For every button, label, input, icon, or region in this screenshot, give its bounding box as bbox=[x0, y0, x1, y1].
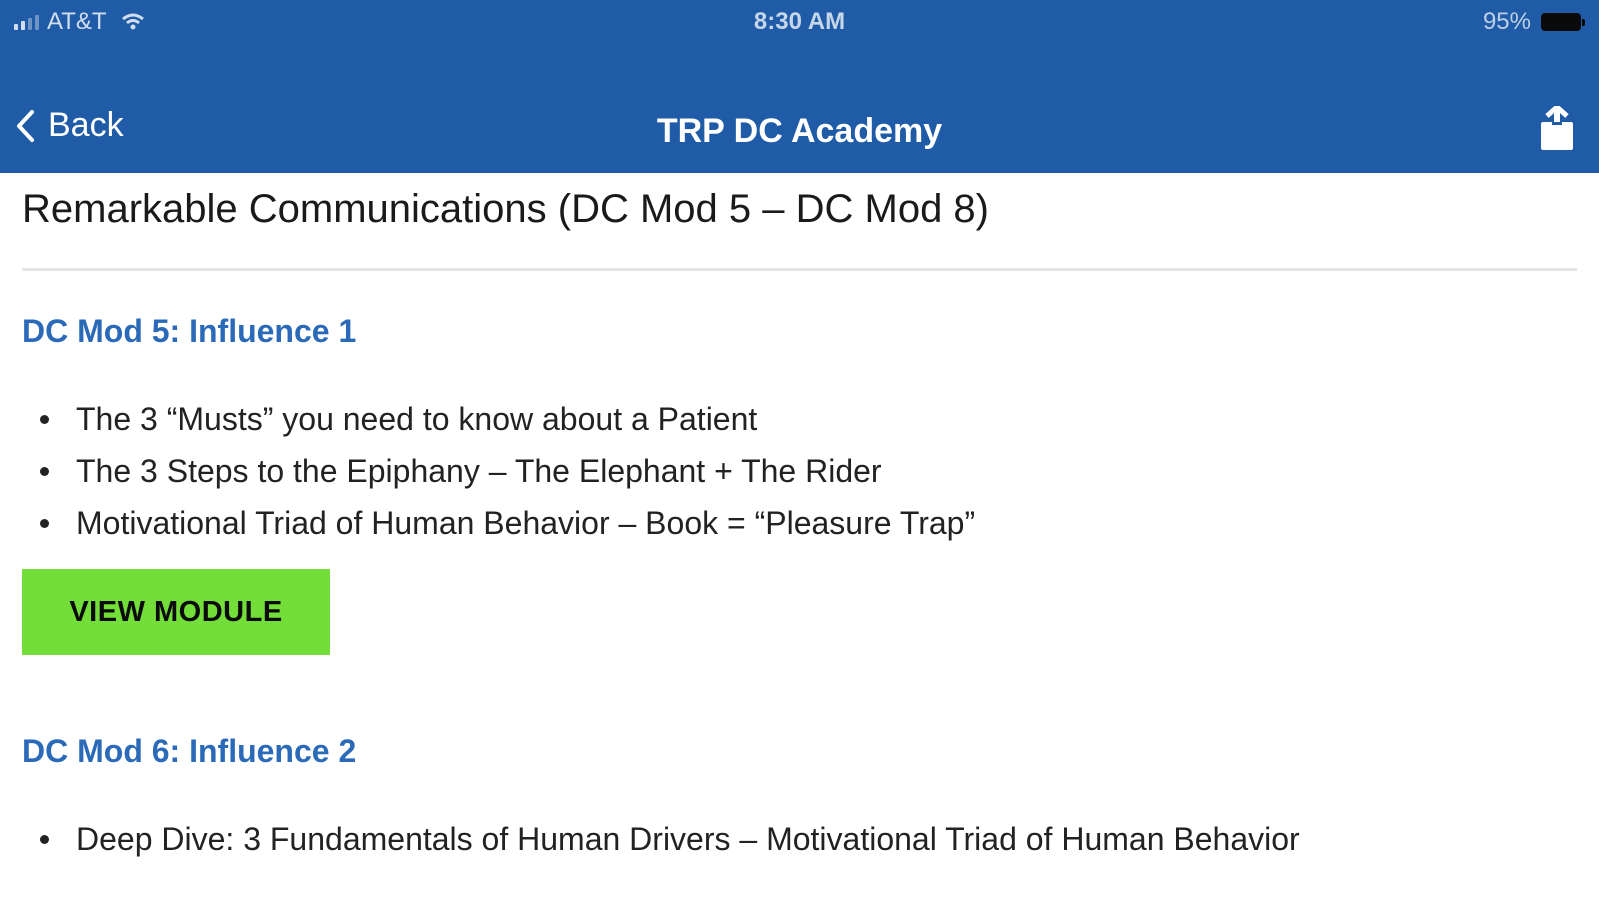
bullet-icon bbox=[40, 835, 49, 844]
battery-percent: 95% bbox=[1482, 8, 1531, 35]
module-6-heading: DC Mod 6: Influence 2 bbox=[22, 733, 357, 769]
status-time: 8:30 AM bbox=[753, 8, 846, 35]
topic-text: The 3 Steps to the Epiphany – The Elepha… bbox=[76, 453, 882, 489]
list-item: Deep Dive: 3 Fundamentals of Human Drive… bbox=[22, 819, 1300, 871]
status-bar: AT&T 8:30 AM 95% bbox=[0, 0, 1599, 46]
topic-text: The 3 “Musts” you need to know about a P… bbox=[76, 401, 758, 437]
topic-text: Deep Dive: 3 Fundamentals of Human Drive… bbox=[76, 821, 1300, 857]
module-6-topic-list: Deep Dive: 3 Fundamentals of Human Drive… bbox=[22, 819, 1300, 871]
list-item: The 3 Steps to the Epiphany – The Elepha… bbox=[22, 451, 975, 503]
list-item: The 3 “Musts” you need to know about a P… bbox=[22, 399, 975, 451]
bullet-icon bbox=[40, 519, 49, 528]
navigation-bar: Back TRP DC Academy bbox=[0, 96, 1599, 168]
module-5-heading: DC Mod 5: Influence 1 bbox=[22, 313, 357, 349]
app-header: AT&T 8:30 AM 95% Back TRP DC Academy bbox=[0, 0, 1599, 173]
page-content: Remarkable Communications (DC Mod 5 – DC… bbox=[0, 173, 1599, 900]
topic-text: Motivational Triad of Human Behavior – B… bbox=[76, 505, 976, 541]
title-divider bbox=[22, 268, 1577, 271]
share-button[interactable] bbox=[1537, 106, 1577, 152]
status-right: 95% bbox=[1482, 8, 1585, 36]
page-title: Remarkable Communications (DC Mod 5 – DC… bbox=[22, 187, 989, 231]
nav-title: TRP DC Academy bbox=[656, 112, 943, 150]
bullet-icon bbox=[40, 415, 49, 424]
share-icon bbox=[1541, 106, 1573, 150]
module-5-topic-list: The 3 “Musts” you need to know about a P… bbox=[22, 399, 975, 555]
list-item: Motivational Triad of Human Behavior – B… bbox=[22, 503, 975, 555]
bullet-icon bbox=[40, 467, 49, 476]
view-module-button[interactable]: VIEW MODULE bbox=[22, 569, 330, 655]
app-screen: AT&T 8:30 AM 95% Back TRP DC Academy Rem… bbox=[0, 0, 1599, 900]
battery-icon bbox=[1541, 13, 1585, 31]
